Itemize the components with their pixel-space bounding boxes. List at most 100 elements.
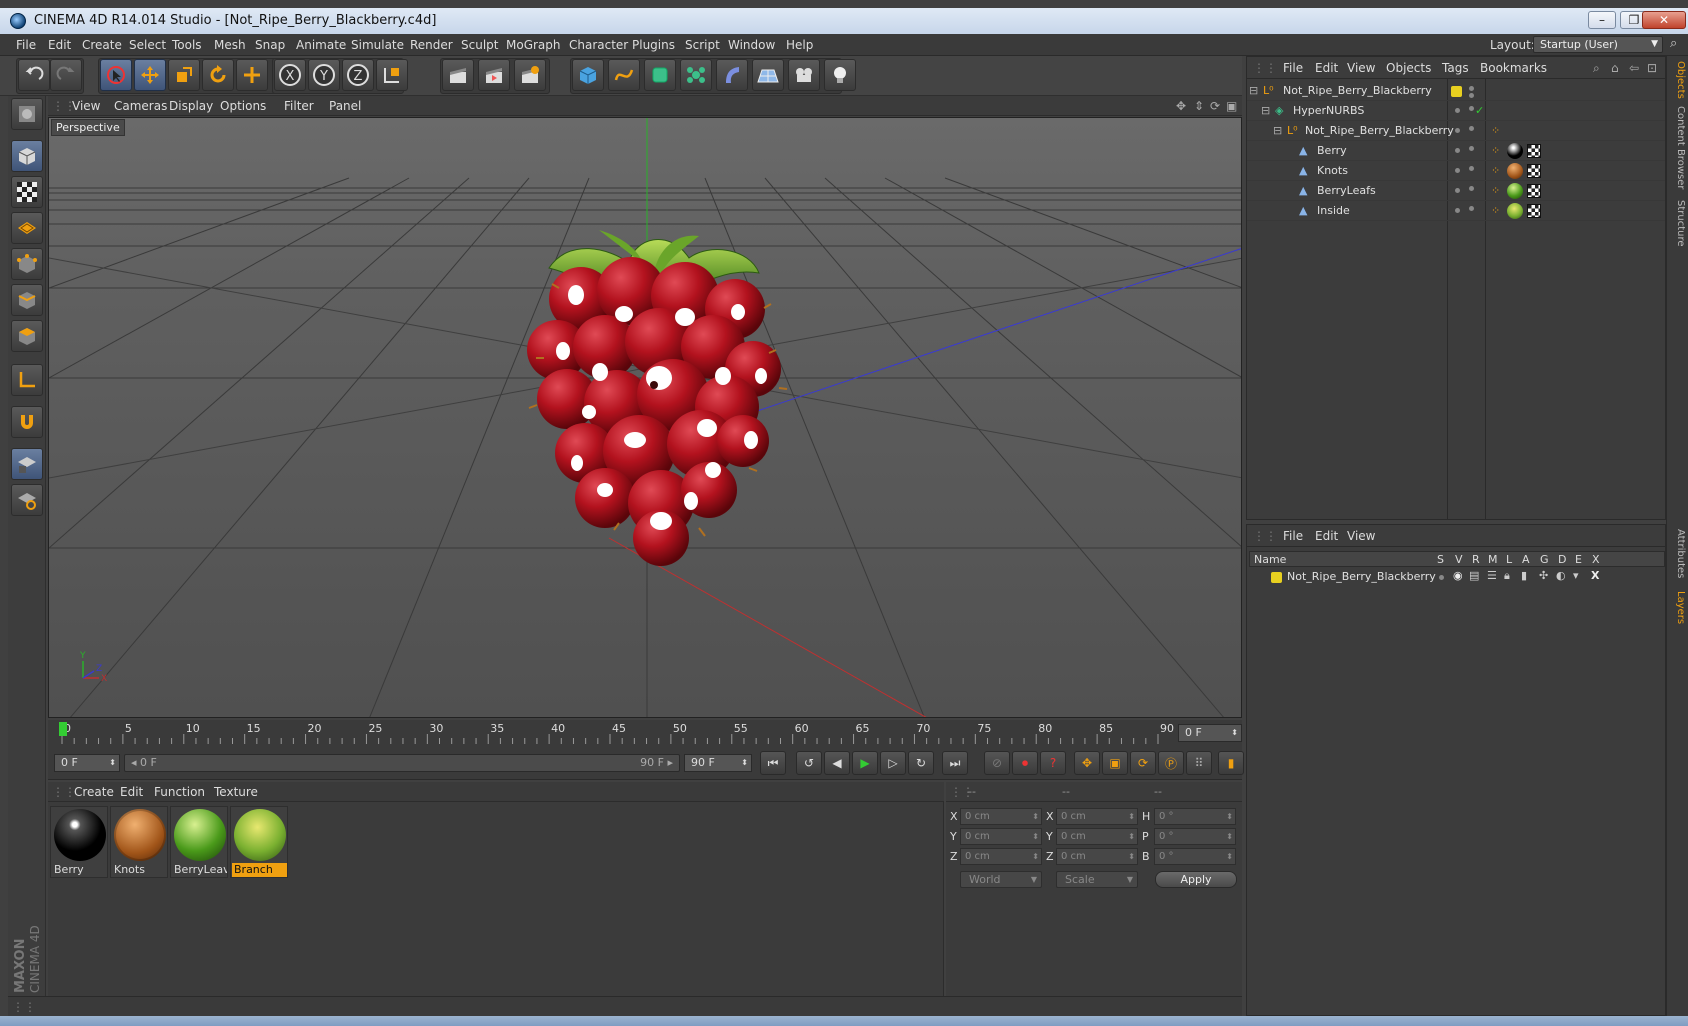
column-header[interactable]: G	[1540, 553, 1549, 566]
layer-row[interactable]: Not_Ripe_Berry_Blackberry ◉ ▤ ☰ 🔒︎ ▮ ✣ ◐…	[1249, 569, 1665, 587]
key-position-button[interactable]: ✥	[1074, 751, 1100, 775]
move-tool-button[interactable]	[134, 59, 166, 91]
range-slider[interactable]: ◂ 0 F 90 F ▸	[124, 754, 680, 772]
current-frame-field[interactable]: 0 F ⬍	[1178, 724, 1242, 742]
layer-solo-toggle[interactable]	[1439, 575, 1444, 580]
column-header[interactable]: D	[1558, 553, 1566, 566]
make-editable-button[interactable]	[11, 98, 43, 130]
lock-icon[interactable]: 🔒︎	[1504, 569, 1510, 583]
viewport-menu-display[interactable]: Display	[169, 99, 213, 113]
expression-icon[interactable]: ▾	[1573, 569, 1579, 582]
menu-animate[interactable]: Animate	[296, 38, 346, 52]
phong-tag-icon[interactable]: ⁘	[1491, 184, 1500, 197]
material-menu-texture[interactable]: Texture	[214, 785, 258, 799]
tab-layers[interactable]: Layers	[1670, 588, 1686, 628]
end-frame-field[interactable]: 90 F ⬍	[684, 754, 752, 772]
collapse-icon[interactable]: ⊟	[1249, 84, 1258, 97]
tab-structure[interactable]: Structure	[1670, 196, 1686, 250]
play-button[interactable]: ▶	[852, 751, 878, 775]
render-visibility-dot[interactable]	[1469, 106, 1474, 111]
column-header[interactable]: A	[1522, 553, 1530, 566]
menu-mesh[interactable]: Mesh	[214, 38, 246, 52]
column-header[interactable]: M	[1488, 553, 1498, 566]
editor-visibility-dot[interactable]	[1455, 188, 1460, 193]
object-menu-tags[interactable]: Tags	[1442, 61, 1469, 75]
object-menu-bookmarks[interactable]: Bookmarks	[1480, 61, 1547, 75]
polygons-mode-button[interactable]	[11, 320, 43, 352]
column-header[interactable]: X	[1592, 553, 1600, 566]
go-to-previous-key-button[interactable]: ↺	[796, 751, 822, 775]
scale-tool-button[interactable]	[168, 59, 200, 91]
render-icon[interactable]: ▤	[1469, 569, 1479, 582]
menu-plugins[interactable]: Plugins	[632, 38, 675, 52]
render-visibility-dot[interactable]	[1469, 126, 1474, 131]
menu-window[interactable]: Window	[728, 38, 775, 52]
layer-menu-view[interactable]: View	[1347, 529, 1375, 543]
size-z-field[interactable]: 0 cm ⬍	[1056, 848, 1138, 865]
key-parameter-button[interactable]: Ⓟ	[1158, 751, 1184, 775]
minimize-button[interactable]: –	[1588, 11, 1616, 29]
viewport-menu-cameras[interactable]: Cameras	[114, 99, 167, 113]
collapse-icon[interactable]: ⊟	[1273, 124, 1282, 137]
key-rotation-button[interactable]: ⟳	[1130, 751, 1156, 775]
viewport-menu-panel[interactable]: Panel	[329, 99, 361, 113]
coordinate-mode-select[interactable]: World ▼	[960, 871, 1042, 888]
edges-mode-button[interactable]	[11, 284, 43, 316]
cube-button[interactable]	[572, 59, 604, 91]
menu-snap[interactable]: Snap	[255, 38, 285, 52]
layout-select[interactable]: Startup (User) ▼	[1533, 36, 1663, 53]
keyframe-selection-button[interactable]: ?	[1040, 751, 1066, 775]
redo-button[interactable]	[50, 59, 82, 91]
column-header[interactable]: V	[1455, 553, 1463, 566]
search-icon[interactable]: ⌕	[1593, 61, 1600, 76]
timeline-scheme-button[interactable]: ▮	[1218, 751, 1244, 775]
layer-menu-file[interactable]: File	[1283, 529, 1303, 543]
position-z-field[interactable]: 0 cm ⬍	[960, 848, 1042, 865]
position-y-field[interactable]: 0 cm ⬍	[960, 828, 1042, 845]
editor-visibility-dot[interactable]	[1469, 86, 1474, 91]
menu-simulate[interactable]: Simulate	[351, 38, 404, 52]
menu-mograph[interactable]: MoGraph	[506, 38, 561, 52]
phong-tag-icon[interactable]: ⁘	[1491, 124, 1500, 137]
object-menu-view[interactable]: View	[1347, 61, 1375, 75]
spline-button[interactable]	[608, 59, 640, 91]
start-frame-field[interactable]: 0 F ⬍	[54, 754, 120, 772]
y-axis-button[interactable]: Y	[308, 59, 340, 91]
material-swatch[interactable]: Berry	[50, 806, 108, 878]
object-menu-objects[interactable]: Objects	[1386, 61, 1431, 75]
material-menu-function[interactable]: Function	[154, 785, 205, 799]
search-icon[interactable]: ⌕	[1670, 36, 1686, 54]
key-scale-button[interactable]: ▣	[1102, 751, 1128, 775]
next-frame-button[interactable]: ▷	[880, 751, 906, 775]
tab-attributes[interactable]: Attributes	[1670, 526, 1686, 582]
phong-tag-icon[interactable]: ⁘	[1491, 164, 1500, 177]
render-visibility-dot[interactable]	[1469, 146, 1474, 151]
material-swatch[interactable]: Knots	[110, 806, 168, 878]
size-x-field[interactable]: 0 cm ⬍	[1056, 808, 1138, 825]
uvw-tag-icon[interactable]	[1527, 144, 1541, 158]
key-pla-button[interactable]: ⠿	[1186, 751, 1212, 775]
menu-script[interactable]: Script	[685, 38, 720, 52]
layer-color-swatch[interactable]	[1271, 572, 1282, 583]
toggle-layout-icon[interactable]: ▣	[1226, 99, 1237, 113]
object-row[interactable]: ▲ Berry ⁘	[1247, 141, 1665, 161]
perspective-viewport[interactable]: Y X Z Perspective	[48, 117, 1242, 718]
deformer-button[interactable]	[716, 59, 748, 91]
close-button[interactable]: ✕	[1642, 11, 1686, 29]
menu-create[interactable]: Create	[82, 38, 122, 52]
editor-visibility-dot[interactable]	[1455, 128, 1460, 133]
rotation-p-field[interactable]: 0 ° ⬍	[1154, 828, 1236, 845]
editor-visibility-dot[interactable]	[1455, 148, 1460, 153]
workplane-mode-button[interactable]	[11, 212, 43, 244]
material-tag-green[interactable]	[1507, 183, 1523, 199]
undo-button[interactable]	[18, 59, 50, 91]
material-swatch[interactable]: Branch	[230, 806, 288, 878]
material-menu-edit[interactable]: Edit	[120, 785, 143, 799]
render-picture-viewer-button[interactable]	[478, 59, 510, 91]
menu-sculpt[interactable]: Sculpt	[461, 38, 498, 52]
playhead-marker[interactable]	[59, 722, 67, 736]
go-to-start-button[interactable]: ⏮	[760, 751, 786, 775]
render-visibility-dot[interactable]	[1469, 93, 1474, 98]
array-button[interactable]	[680, 59, 712, 91]
light-button[interactable]	[824, 59, 856, 91]
